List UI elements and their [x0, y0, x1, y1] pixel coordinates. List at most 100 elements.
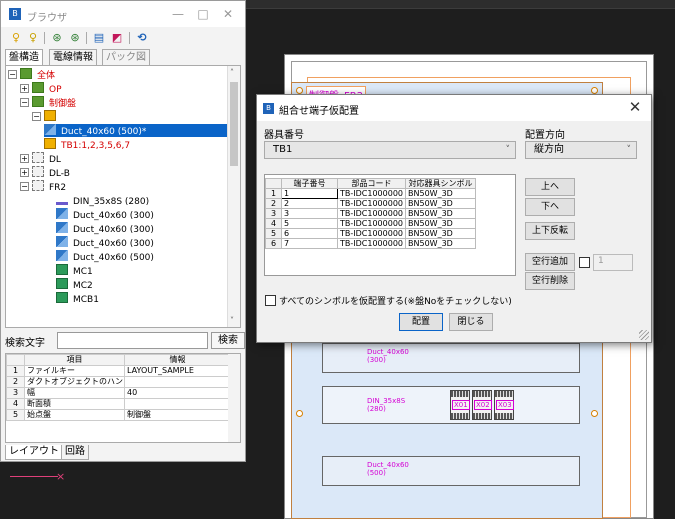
table-row[interactable]: 1 ファイルキー LAYOUT_SAMPLE	[6, 365, 231, 377]
terminal-label: X03	[496, 400, 514, 410]
tree-item-mc1[interactable]: MC1	[56, 264, 95, 277]
table-row[interactable]: 2 2 TB-IDC1000000 BN50W_3D	[265, 198, 476, 209]
table-row[interactable]: 3 3 TB-IDC1000000 BN50W_3D	[265, 208, 476, 219]
app-icon: B	[263, 103, 274, 114]
grid-header-symbol: 対応器具シンボル	[405, 178, 476, 189]
tree-scroll-thumb[interactable]	[230, 82, 238, 166]
browser-window: B ブラウザ — □ ✕ ♀ ♀ ⊛ ⊛ ▤ ◩ ⟲ 盤構造 電線情報 パック図…	[0, 0, 246, 462]
tree-item-duct-selected[interactable]: Duct_40x60 (500)*	[44, 124, 240, 137]
delete-blank-row-button[interactable]: 空行削除	[525, 272, 575, 290]
mount-hole	[591, 410, 598, 417]
tree-item-mcb1[interactable]: MCB1	[56, 292, 101, 305]
tree-item-din[interactable]: DIN_35x8S (280)	[56, 194, 151, 207]
folder-icon	[32, 180, 44, 191]
minimize-button[interactable]: —	[169, 6, 187, 22]
duct-bottom[interactable]: Duct_40x60 (500)	[322, 456, 580, 486]
table-row[interactable]: 2 ダクトオブジェクトのハンド	[6, 376, 231, 388]
structure-tree: − 全体 + OP − 制御盤 − Duct_40x60 (500)* TB1:1,2…	[5, 65, 241, 328]
tree-item-duct[interactable]: Duct_40x60 (500)	[56, 250, 156, 263]
terminal-block[interactable]: X03	[494, 390, 514, 420]
scroll-down-icon[interactable]: ˅	[230, 316, 234, 325]
expand-all-icon[interactable]: ⊛	[50, 31, 64, 45]
add-blank-checkbox[interactable]	[579, 257, 590, 268]
tree-item-control-panel[interactable]: − 制御盤	[20, 96, 78, 109]
panel-view-icon[interactable]: ◩	[110, 31, 124, 45]
bulb-off-icon[interactable]: ♀	[26, 31, 40, 45]
direction-select[interactable]: 縦方向 ˅	[525, 141, 637, 159]
blank-count-input[interactable]: 1	[593, 254, 633, 271]
tab-pack-diagram[interactable]: パック図	[102, 49, 150, 65]
collapse-all-icon[interactable]: ⊛	[68, 31, 82, 45]
tab-wire-info[interactable]: 電線情報	[49, 49, 97, 65]
tree-item-fr2[interactable]: − FR2	[20, 180, 68, 193]
tree-item-group[interactable]: −	[32, 110, 59, 123]
search-button[interactable]: 検索	[211, 332, 245, 349]
list-view-icon[interactable]: ▤	[92, 31, 106, 45]
search-label: 検索文字	[5, 338, 45, 349]
terminal-label: X01	[452, 400, 470, 410]
refresh-icon[interactable]: ⟲	[135, 31, 149, 45]
place-button[interactable]: 配置	[399, 313, 443, 331]
folder-icon	[32, 152, 44, 163]
browser-titlebar[interactable]: B ブラウザ — □ ✕	[1, 1, 245, 27]
table-row[interactable]: 1 1 TB-IDC1000000 BN50W_3D	[265, 188, 476, 199]
table-row[interactable]: 6 7 TB-IDC1000000 BN50W_3D	[265, 238, 476, 249]
tree-item-mc2[interactable]: MC2	[56, 278, 95, 291]
tree-item-op[interactable]: + OP	[20, 82, 64, 95]
browser-tabs: 盤構造 電線情報 パック図	[5, 49, 241, 65]
table-row[interactable]: 5 始点盤 制御盤	[6, 409, 231, 421]
mount-hole	[591, 87, 598, 94]
terminal-block[interactable]: X02	[472, 390, 492, 420]
tree-item-dl-b[interactable]: + DL-B	[20, 166, 72, 179]
reverse-button[interactable]: 上下反転	[525, 222, 575, 240]
grid-header: 端子番号 部品コード 対応器具シンボル	[265, 178, 476, 189]
table-row[interactable]: 5 6 TB-IDC1000000 BN50W_3D	[265, 228, 476, 239]
search-row: 検索文字 検索	[5, 332, 245, 349]
table-row[interactable]: 4 5 TB-IDC1000000 BN50W_3D	[265, 218, 476, 229]
close-button[interactable]: 閉じる	[449, 313, 493, 331]
panel-icon	[32, 82, 44, 93]
properties-scrollbar[interactable]	[228, 354, 240, 442]
dialog-titlebar[interactable]: B 組合せ端子仮配置 ✕	[257, 95, 651, 121]
duct-icon	[56, 222, 68, 233]
maximize-button[interactable]: □	[194, 6, 212, 22]
scroll-up-icon[interactable]: ˄	[230, 68, 234, 77]
close-button[interactable]: ✕	[219, 6, 237, 22]
device-number-select[interactable]: TB1 ˅	[264, 141, 516, 159]
table-row[interactable]: 4 断面積	[6, 398, 231, 410]
tree-item-dl[interactable]: + DL	[20, 152, 63, 165]
cad-cursor-x-icon: ×	[56, 470, 66, 483]
tree-item-duct[interactable]: Duct_40x60 (300)	[56, 236, 156, 249]
all-symbols-checkbox[interactable]	[265, 295, 276, 306]
din-size: (280)	[367, 405, 386, 413]
folder-icon	[32, 166, 44, 177]
tab-circuit[interactable]: 回路	[61, 445, 89, 460]
terminal-block[interactable]: X01	[450, 390, 470, 420]
duct-top-name: Duct_40x60	[367, 348, 409, 356]
tree-scrollbar[interactable]: ˄ ˅	[227, 66, 240, 327]
duct-icon	[44, 124, 56, 135]
bulb-icon[interactable]: ♀	[9, 31, 23, 45]
duct-top-size: (300)	[367, 356, 386, 364]
resize-grip[interactable]	[639, 330, 649, 340]
grid-header-terminal: 端子番号	[281, 178, 338, 189]
tree-item-duct[interactable]: Duct_40x60 (300)	[56, 208, 156, 221]
tree-item-root[interactable]: − 全体	[8, 68, 57, 81]
duct-top[interactable]: Duct_40x60 (300)	[322, 343, 580, 373]
search-input[interactable]	[57, 332, 208, 349]
mount-hole	[296, 410, 303, 417]
move-down-button[interactable]: 下へ	[525, 198, 575, 216]
add-blank-row-button[interactable]: 空行追加	[525, 253, 575, 271]
tab-layout[interactable]: レイアウト	[5, 445, 63, 460]
all-symbols-label: すべてのシンボルを仮配置する(※盤Noをチェックしない)	[279, 297, 512, 307]
duct-bottom-size: (500)	[367, 469, 386, 477]
tree-item-terminal-block[interactable]: TB1:1,2,3,5,6,7	[44, 138, 132, 151]
tree-item-duct[interactable]: Duct_40x60 (300)	[56, 222, 156, 235]
tab-panel-structure[interactable]: 盤構造	[5, 49, 43, 65]
terminal-grid: 端子番号 部品コード 対応器具シンボル 1 1 TB-IDC1000000 BN50W…	[264, 174, 516, 276]
table-row[interactable]: 3 幅 40	[6, 387, 231, 399]
properties-header: 項目 情報	[6, 354, 231, 366]
dialog-close-icon[interactable]: ✕	[625, 98, 645, 118]
move-up-button[interactable]: 上へ	[525, 178, 575, 196]
device-number-label: 器具番号	[264, 130, 304, 141]
